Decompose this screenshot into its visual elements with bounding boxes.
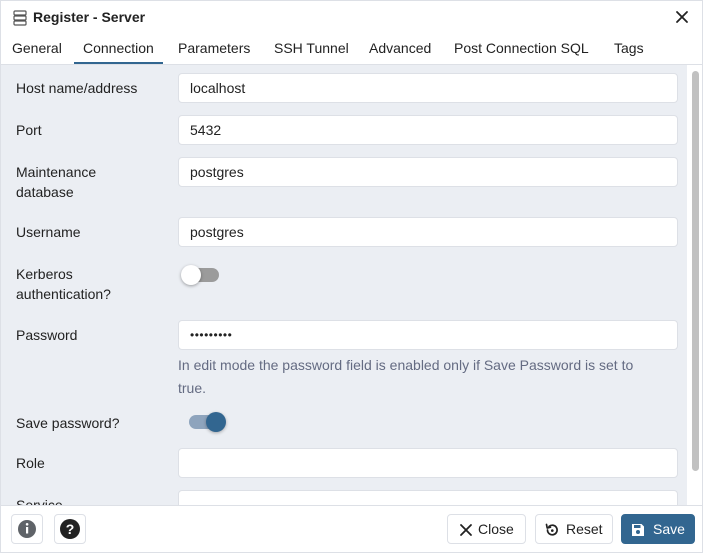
content-scrollbar[interactable] bbox=[687, 65, 702, 505]
kerberos-label-line1: Kerberos bbox=[16, 266, 73, 282]
close-icon bbox=[460, 524, 472, 536]
tab-connection[interactable]: Connection bbox=[74, 34, 163, 64]
tab-post-connection-sql[interactable]: Post Connection SQL bbox=[454, 34, 589, 62]
svg-text:?: ? bbox=[66, 521, 75, 537]
save-password-toggle[interactable] bbox=[187, 412, 227, 432]
username-label: Username bbox=[16, 224, 81, 240]
close-icon[interactable] bbox=[674, 9, 690, 25]
tab-tags[interactable]: Tags bbox=[614, 34, 644, 62]
save-password-label: Save password? bbox=[16, 415, 120, 431]
tab-bar: General Connection Parameters SSH Tunnel… bbox=[1, 34, 702, 65]
port-input[interactable]: 5432 bbox=[178, 115, 678, 145]
service-label: Service bbox=[16, 497, 63, 505]
reset-icon bbox=[545, 523, 558, 536]
reset-button-label: Reset bbox=[566, 521, 603, 537]
tab-ssh-tunnel[interactable]: SSH Tunnel bbox=[274, 34, 349, 62]
host-input[interactable]: localhost bbox=[178, 73, 678, 103]
role-input[interactable] bbox=[178, 448, 678, 478]
password-help-line2: true. bbox=[178, 380, 207, 396]
kerberos-toggle[interactable] bbox=[181, 265, 221, 285]
port-label: Port bbox=[16, 122, 42, 138]
password-help-text: In edit mode the password field is enabl… bbox=[178, 354, 673, 400]
toggle-knob bbox=[206, 412, 226, 432]
dialog-title: Register - Server bbox=[33, 9, 146, 25]
tab-general[interactable]: General bbox=[12, 34, 62, 62]
dialog-titlebar: Register - Server bbox=[1, 1, 702, 34]
connection-form: Host name/address localhost Port 5432 Ma… bbox=[1, 65, 687, 505]
password-label: Password bbox=[16, 327, 78, 343]
reset-button[interactable]: Reset bbox=[535, 514, 613, 544]
save-button[interactable]: Save bbox=[621, 514, 695, 544]
tab-advanced[interactable]: Advanced bbox=[369, 34, 431, 62]
close-button-label: Close bbox=[478, 521, 514, 537]
register-server-dialog: Register - Server General Connection Par… bbox=[0, 0, 703, 553]
host-label: Host name/address bbox=[16, 80, 138, 96]
password-input[interactable]: ••••••••• bbox=[178, 320, 678, 350]
maintenance-db-input[interactable]: postgres bbox=[178, 157, 678, 187]
toggle-knob bbox=[181, 265, 201, 285]
username-input[interactable]: postgres bbox=[178, 217, 678, 247]
info-icon bbox=[18, 520, 36, 538]
service-input[interactable] bbox=[178, 490, 678, 505]
save-icon bbox=[632, 524, 644, 536]
dialog-footer: ? Close Reset Save bbox=[1, 505, 702, 552]
maintenance-db-label-line1: Maintenance bbox=[16, 164, 97, 180]
close-button[interactable]: Close bbox=[447, 514, 526, 544]
password-help-line1: In edit mode the password field is enabl… bbox=[178, 357, 634, 373]
save-button-label: Save bbox=[653, 521, 685, 537]
tab-parameters[interactable]: Parameters bbox=[178, 34, 250, 62]
kerberos-label-line2: authentication? bbox=[16, 286, 111, 302]
help-button[interactable]: ? bbox=[54, 514, 86, 544]
help-icon: ? bbox=[60, 519, 80, 539]
role-label: Role bbox=[16, 455, 45, 471]
server-icon bbox=[13, 10, 27, 26]
maintenance-db-label-line2: database bbox=[16, 184, 74, 200]
scrollbar-thumb[interactable] bbox=[692, 71, 699, 471]
info-button[interactable] bbox=[11, 514, 43, 544]
